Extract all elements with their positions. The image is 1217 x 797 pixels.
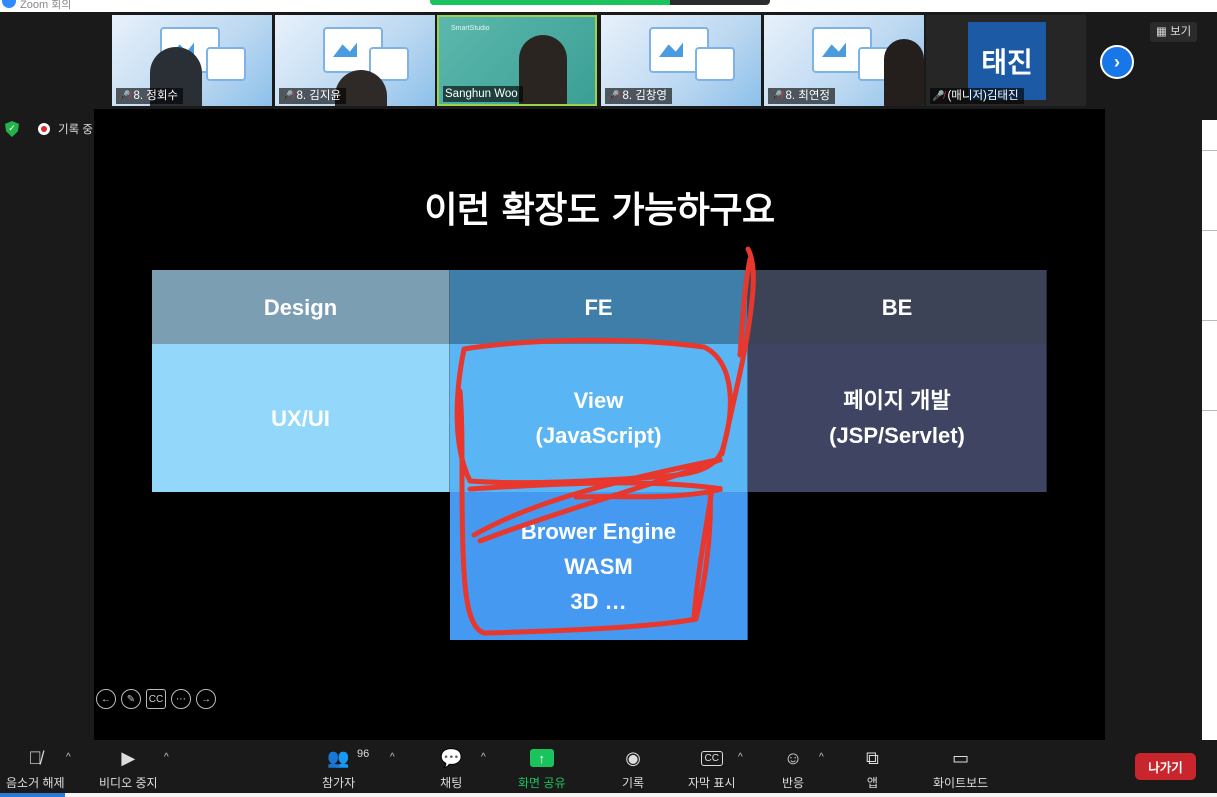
participants-icon: 👥: [327, 747, 350, 768]
mic-muted-icon: 🎤̸: [932, 91, 945, 102]
participant-name: 🎤̸ 8. 김지윤: [279, 88, 346, 104]
captions-options-caret[interactable]: ^: [738, 752, 743, 763]
participant-tile[interactable]: 🎤̸ 8. 김창영: [601, 15, 761, 106]
participant-tile[interactable]: 🎤̸ 8. 최연정: [764, 15, 924, 106]
participants-button[interactable]: 👥 참가자: [322, 746, 355, 791]
captions-icon[interactable]: CC: [146, 689, 166, 709]
participants-options-caret[interactable]: ^: [390, 752, 395, 763]
mic-muted-icon: 🎤̸: [281, 91, 294, 102]
participant-name: 🎤̸ 8. 정회수: [116, 88, 183, 104]
leave-button[interactable]: 나가기: [1135, 753, 1196, 780]
screen-share-status-bar[interactable]: [430, 0, 770, 5]
background-window-edge: [1202, 120, 1217, 740]
unmute-button[interactable]: 🎙̸ 음소거 해제: [6, 746, 65, 791]
shared-screen[interactable]: 이런 확장도 가능하구요 Design FE BE UX/UI View (Ja…: [94, 109, 1105, 740]
table-cell-uxui: UX/UI: [152, 344, 450, 492]
recording-status: 기록 중: [58, 124, 93, 136]
captions-icon: CC: [700, 746, 723, 770]
apps-icon: ⧉: [866, 747, 879, 768]
chat-button[interactable]: 💬 채팅: [440, 746, 462, 791]
stop-video-button[interactable]: ▶ 비디오 중지: [99, 746, 158, 791]
grid-icon: ▦: [1156, 26, 1171, 38]
whiteboard-icon: ▭: [952, 747, 970, 768]
table-header-fe: FE: [450, 270, 748, 344]
table-cell-engine: Brower Engine WASM 3D …: [450, 492, 748, 640]
slide-title: 이런 확장도 가능하구요: [424, 190, 775, 231]
arrow-right-icon[interactable]: →: [196, 689, 216, 709]
video-options-caret[interactable]: ^: [164, 752, 169, 763]
participant-name: 🎤̸ 8. 김창영: [605, 88, 672, 104]
table-cell-view: View (JavaScript): [450, 344, 748, 492]
mic-muted-icon: 🎙̸: [28, 747, 43, 768]
slide-controls: ← ✎ CC ⋯ →: [96, 689, 216, 709]
mic-muted-icon: 🎤̸: [118, 91, 131, 102]
view-button[interactable]: ▦ 보기: [1150, 22, 1198, 42]
more-icon[interactable]: ⋯: [171, 689, 191, 709]
participant-tile[interactable]: 태진 🎤̸ (매니저)김태진: [926, 15, 1086, 106]
record-icon: ◉: [625, 747, 641, 768]
pen-icon[interactable]: ✎: [121, 689, 141, 709]
participant-count: 96: [357, 748, 370, 760]
whiteboard-button[interactable]: ▭ 화이트보드: [933, 746, 988, 791]
participant-name: 🎤̸ (매니저)김태진: [930, 88, 1024, 104]
table-cell-page-dev: 페이지 개발 (JSP/Servlet): [748, 344, 1047, 492]
meeting-toolbar: 🎙̸ 음소거 해제 ^ ▶ 비디오 중지 ^ 👥 참가자 96 ^ 💬 채팅 ^…: [0, 740, 1217, 797]
mic-muted-icon: 🎤̸: [607, 91, 620, 102]
reactions-options-caret[interactable]: ^: [819, 752, 824, 763]
chat-bubble-icon: 💬: [440, 747, 463, 768]
participant-tile[interactable]: 🎤̸ 8. 김지윤: [275, 15, 435, 106]
captions-button[interactable]: CC 자막 표시: [688, 746, 736, 791]
share-status-fill: [430, 0, 670, 5]
share-screen-button[interactable]: ↑ 화면 공유: [518, 746, 566, 791]
participant-video: [884, 39, 924, 106]
audio-options-caret[interactable]: ^: [66, 752, 71, 763]
table-header-design: Design: [152, 270, 450, 344]
chat-options-caret[interactable]: ^: [481, 752, 486, 763]
share-screen-icon: ↑: [529, 749, 554, 767]
mic-muted-icon: 🎤̸: [770, 91, 783, 102]
apps-button[interactable]: ⧉ 앱: [866, 746, 879, 791]
zoom-app-icon: [2, 0, 16, 8]
participant-video: [519, 35, 567, 104]
next-page-button[interactable]: ›: [1100, 45, 1134, 79]
table-header-be: BE: [748, 270, 1047, 344]
smiley-icon: ☺: [783, 747, 803, 768]
arrow-left-icon[interactable]: ←: [96, 689, 116, 709]
record-button[interactable]: ◉ 기록: [622, 746, 644, 791]
video-camera-icon: ▶: [121, 747, 136, 768]
chevron-right-icon: ›: [1114, 51, 1120, 72]
participant-name: 🎤̸ 8. 최연정: [768, 88, 835, 104]
studio-watermark: SmartStudio: [451, 25, 490, 32]
participant-tile[interactable]: 🎤̸ 8. 정회수: [112, 15, 272, 106]
participant-tile-active-speaker[interactable]: SmartStudio Sanghun Woo: [437, 15, 597, 106]
recording-icon: [38, 123, 50, 135]
reactions-button[interactable]: ☺ 반응: [782, 746, 804, 791]
participant-name: Sanghun Woo: [443, 86, 523, 102]
encryption-shield-icon[interactable]: ✓: [5, 121, 19, 137]
window-title: Zoom 회의: [20, 0, 72, 11]
taskbar-edge: [0, 793, 1217, 797]
